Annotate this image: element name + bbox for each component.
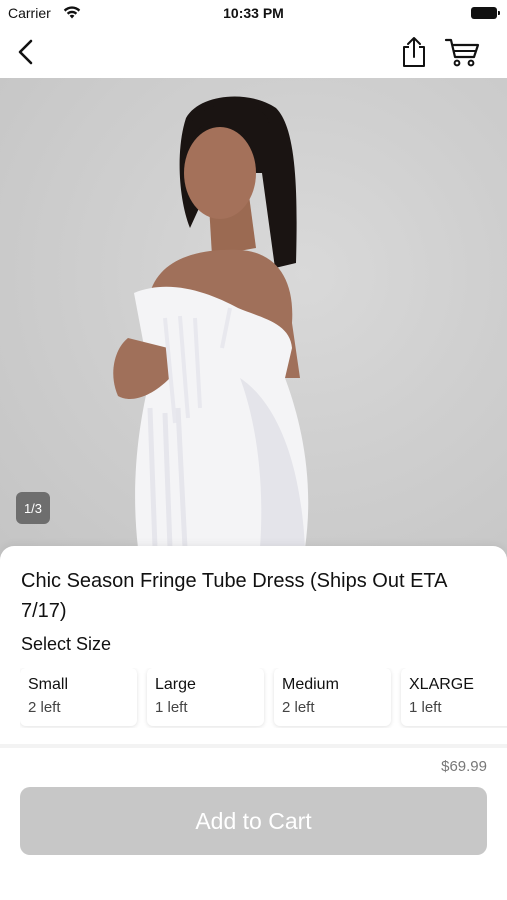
size-stock: 1 left <box>409 699 442 716</box>
add-to-cart-button[interactable]: Add to Cart <box>20 787 487 855</box>
size-option-small[interactable]: Small 2 left <box>20 668 137 726</box>
size-stock: 1 left <box>155 699 188 716</box>
cart-icon <box>444 38 480 67</box>
size-option-xlarge[interactable]: XLARGE 1 left <box>401 668 507 726</box>
select-size-label: Select Size <box>21 634 112 654</box>
size-option-medium[interactable]: Medium 2 left <box>274 668 391 726</box>
image-counter: 1/3 <box>16 492 50 524</box>
size-name: Large <box>155 676 196 693</box>
size-stock: 2 left <box>282 699 315 716</box>
battery-icon <box>471 7 500 19</box>
product-title: Chic Season Fringe Tube Dress (Ships Out… <box>21 570 447 622</box>
divider <box>0 744 507 748</box>
size-option-large[interactable]: Large 1 left <box>147 668 264 726</box>
cart-button[interactable] <box>442 34 482 70</box>
share-icon <box>403 37 425 67</box>
product-details-sheet: Chic Season Fringe Tube Dress (Ships Out… <box>0 546 507 900</box>
clock: 10:33 PM <box>223 5 284 21</box>
product-image[interactable]: 1/3 <box>0 78 507 570</box>
model-photo <box>113 96 309 549</box>
size-options: Small 2 left Large 1 left Medium 2 left … <box>20 668 507 728</box>
share-button[interactable] <box>396 34 432 70</box>
status-bar: Carrier 10:33 PM <box>0 0 507 28</box>
price: $69.99 <box>441 758 487 775</box>
size-stock: 2 left <box>28 699 61 716</box>
nav-bar <box>0 28 507 78</box>
back-button[interactable] <box>10 36 42 68</box>
chevron-left-icon <box>18 39 33 65</box>
size-name: Small <box>28 676 69 693</box>
size-name: Medium <box>282 676 339 693</box>
size-name: XLARGE <box>409 676 474 693</box>
